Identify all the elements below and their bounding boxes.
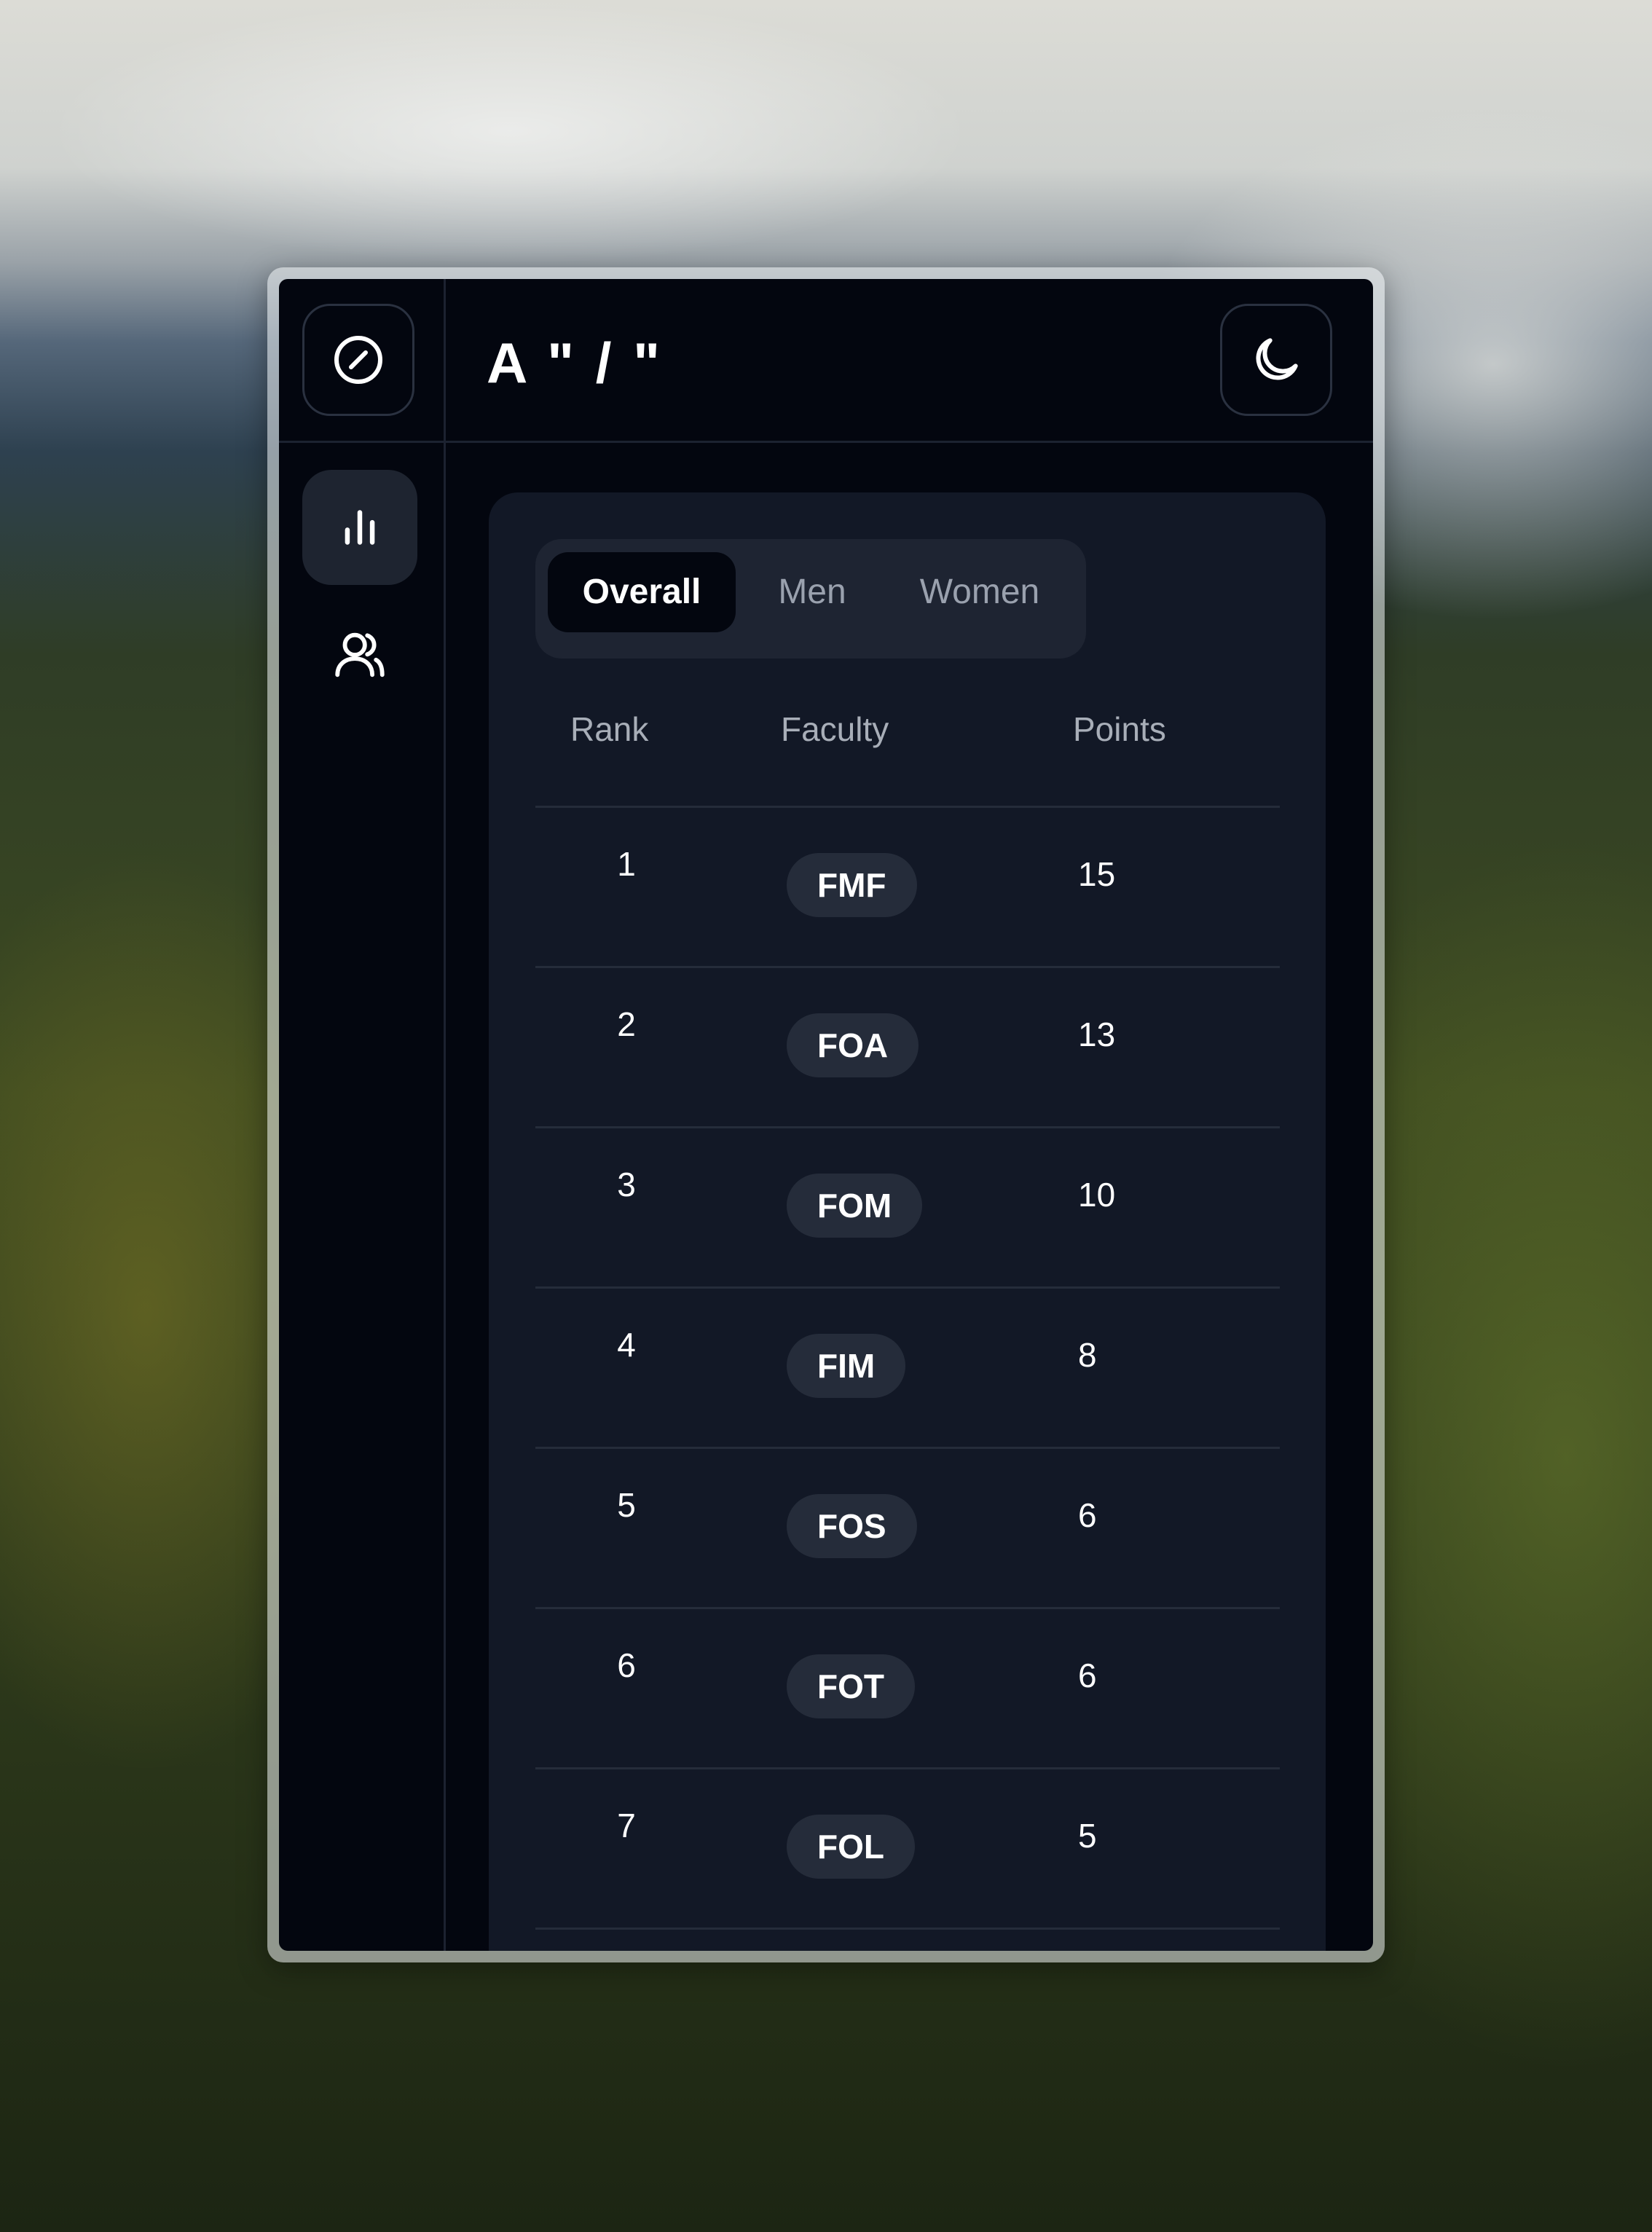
faculty-badge: FOA [787,1013,919,1077]
points-cell: 13 [1078,1015,1116,1053]
theme-toggle-button[interactable] [1220,304,1332,416]
points-cell: 10 [1078,1176,1116,1214]
column-header-rank: Rank [570,710,649,748]
table-row[interactable]: 2 FOA 13 [535,968,1280,1128]
column-header-points: Points [1073,710,1166,748]
row-divider [535,1928,1280,1930]
header-divider [279,441,1373,443]
faculty-badge: FMF [787,853,917,917]
compass-icon [334,336,382,384]
table-row[interactable]: 6 FOT 6 [535,1609,1280,1769]
sidebar-item-standings[interactable] [302,470,417,585]
points-cell: 8 [1078,1336,1097,1374]
standings-card: Overall Men Women Rank Faculty Points 1 … [489,492,1326,1951]
tab-overall[interactable]: Overall [548,552,736,632]
points-cell: 6 [1078,1496,1097,1534]
gender-tabs: Overall Men Women [535,539,1086,659]
faculty-badge: FIM [787,1334,906,1398]
sidebar-item-people[interactable] [302,597,417,712]
tab-women[interactable]: Women [885,552,1074,632]
app-window: A " / " Overall Men Women Rank Faculty P… [267,267,1385,1962]
faculty-badge: FOM [787,1174,923,1238]
rank-cell: 4 [617,1326,636,1364]
faculty-badge: FOS [787,1494,917,1558]
table-row[interactable]: 7 FOL 5 [535,1769,1280,1930]
rank-cell: 3 [617,1166,636,1203]
tab-men[interactable]: Men [743,552,881,632]
rank-cell: 6 [617,1646,636,1684]
users-icon [335,632,385,677]
points-cell: 15 [1078,855,1116,893]
table-row[interactable]: 4 FIM 8 [535,1289,1280,1449]
bar-chart-icon [345,510,375,545]
faculty-badge: FOT [787,1654,915,1718]
points-cell: 5 [1078,1817,1097,1855]
points-cell: 6 [1078,1657,1097,1694]
rank-cell: 5 [617,1486,636,1524]
column-header-faculty: Faculty [781,710,889,748]
table-row[interactable]: 3 FOM 10 [535,1128,1280,1289]
rank-cell: 7 [617,1807,636,1844]
moon-icon [1256,338,1298,380]
rank-cell: 2 [617,1005,636,1043]
rank-cell: 1 [617,845,636,883]
table-row[interactable]: 1 FMF 15 [535,808,1280,968]
table-row[interactable]: 5 FOS 6 [535,1449,1280,1609]
app-title: A " / " [487,331,664,395]
home-button[interactable] [302,304,414,416]
app-container: A " / " Overall Men Women Rank Faculty P… [279,279,1373,1951]
faculty-badge: FOL [787,1815,915,1879]
sidebar-divider [444,279,446,1951]
